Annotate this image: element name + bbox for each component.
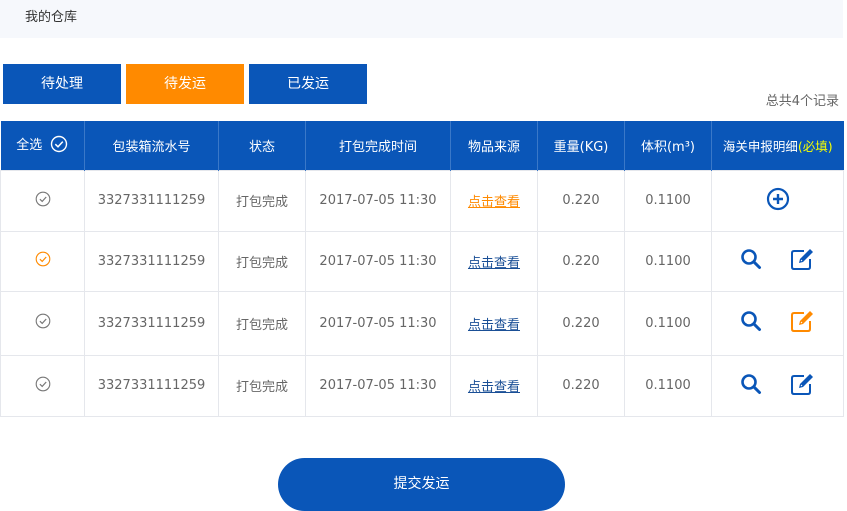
box-no-cell: 3327331111259 [84,230,219,292]
customs-header-label: 海关申报明细 [722,138,798,154]
row-check-icon[interactable] [35,191,51,211]
box-no-header: 包装箱流水号 [84,121,219,170]
required-note: (必填) [797,138,833,154]
tab-shipped[interactable]: 已发运 [249,64,367,104]
status-cell: 打包完成 [218,354,306,417]
record-count: 总共4个记录 [765,94,839,109]
customs-header: 海关申报明细(必填) [711,121,844,170]
weight-cell: 0.220 [537,169,625,232]
view-source-link[interactable]: 点击查看 [468,318,520,333]
view-source-link[interactable]: 点击查看 [468,195,520,210]
pack-time-cell: 2017-07-05 11:30 [305,290,451,356]
status-cell: 打包完成 [218,169,306,232]
weight-cell: 0.220 [537,290,625,356]
volume-cell: 0.1100 [624,290,712,356]
volume-cell: 0.1100 [624,169,712,232]
pack-time-cell: 2017-07-05 11:30 [305,354,451,417]
view-source-link[interactable]: 点击查看 [468,380,520,395]
edit-icon[interactable] [790,247,816,275]
box-no-cell: 3327331111259 [84,169,219,232]
weight-cell: 0.220 [537,354,625,417]
volume-cell: 0.1100 [624,354,712,417]
page-title: 我的仓库 [0,0,843,38]
view-source-link[interactable]: 点击查看 [468,256,520,271]
weight-cell: 0.220 [537,230,625,292]
volume-header: 体积(m³) [624,121,712,170]
table-row: 3327331111259 打包完成 2017-07-05 11:30 点击查看… [0,290,844,356]
search-icon[interactable] [740,248,762,274]
volume-cell: 0.1100 [624,230,712,292]
source-header: 物品来源 [450,121,538,170]
box-no-cell: 3327331111259 [84,290,219,356]
status-header: 状态 [218,121,306,170]
pack-time-cell: 2017-07-05 11:30 [305,169,451,232]
pack-time-header: 打包完成时间 [305,121,451,170]
box-no-cell: 3327331111259 [84,354,219,417]
tab-awaiting-shipment[interactable]: 待发运 [126,64,244,104]
pack-time-cell: 2017-07-05 11:30 [305,230,451,292]
table-header-row: 全选 包装箱流水号 状态 打包完成时间 物品来源 重量(KG) 体积(m³) 海… [0,121,844,170]
row-check-icon[interactable] [35,376,51,396]
table-row: 3327331111259 打包完成 2017-07-05 11:30 点击查看… [0,169,844,232]
add-customs-icon[interactable] [766,187,790,215]
table-row: 3327331111259 打包完成 2017-07-05 11:30 点击查看… [0,354,844,417]
submit-shipment-button[interactable]: 提交发运 [278,458,565,511]
search-icon[interactable] [740,310,762,336]
package-table: 全选 包装箱流水号 状态 打包完成时间 物品来源 重量(KG) 体积(m³) 海… [0,121,844,417]
warehouse-page: 我的仓库 待处理 待发运 已发运 总共4个记录 全选 包装箱流水号 状态 打包完… [0,0,847,511]
row-check-icon[interactable] [35,313,51,333]
status-cell: 打包完成 [218,230,306,292]
select-all-header[interactable]: 全选 [0,121,85,170]
weight-header: 重量(KG) [537,121,625,170]
search-icon[interactable] [740,373,762,399]
row-check-icon[interactable] [35,251,51,271]
edit-icon[interactable] [790,372,816,400]
table-row: 3327331111259 打包完成 2017-07-05 11:30 点击查看… [0,230,844,292]
tab-pending[interactable]: 待处理 [3,64,121,104]
edit-icon[interactable] [790,309,816,337]
select-all-check-icon[interactable] [50,135,68,157]
select-all-label: 全选 [16,138,43,153]
status-cell: 打包完成 [218,290,306,356]
